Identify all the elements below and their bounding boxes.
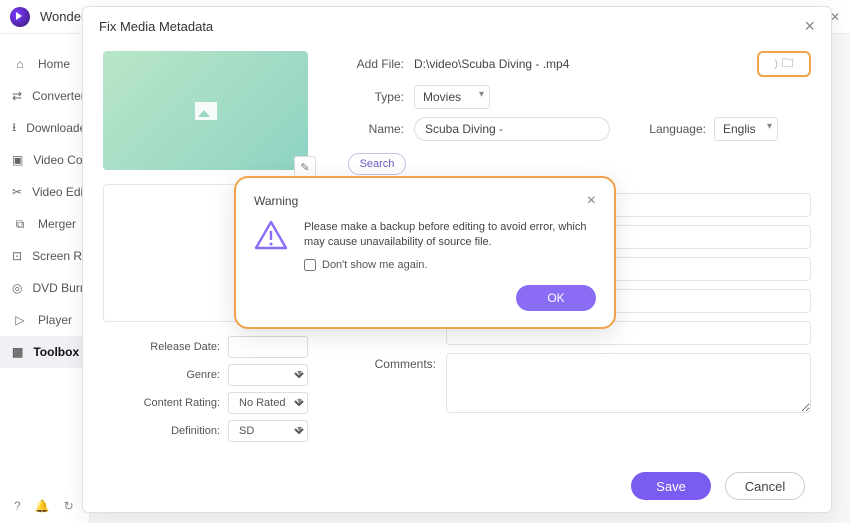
type-select[interactable]: Movies xyxy=(414,85,490,109)
name-label: Name: xyxy=(328,122,404,136)
help-icon[interactable]: ? xyxy=(14,499,21,513)
language-label: Language: xyxy=(630,122,706,136)
cancel-button[interactable]: Cancel xyxy=(725,472,805,500)
modal-title: Fix Media Metadata xyxy=(99,19,213,34)
sidebar-item-label: Merger xyxy=(38,217,76,231)
dont-show-checkbox-input[interactable] xyxy=(304,259,316,271)
add-file-path: D:\video\Scuba Diving - .mp4 xyxy=(414,57,569,71)
comments-input[interactable] xyxy=(446,353,811,413)
close-icon[interactable]: × xyxy=(804,17,815,35)
dont-show-checkbox[interactable]: Don't show me again. xyxy=(304,259,596,271)
refresh-icon[interactable]: ↻ xyxy=(64,499,74,513)
sidebar-item-label: Toolbox xyxy=(33,345,79,359)
dvd-burn-icon: ◎ xyxy=(12,280,22,296)
save-button[interactable]: Save xyxy=(631,472,711,500)
content-rating-select[interactable]: No Rated xyxy=(228,392,308,414)
app-title: Wonder xyxy=(40,9,85,24)
sidebar-item-downloader[interactable]: ⭳ Downloader xyxy=(0,112,89,144)
sidebar-item-label: Player xyxy=(38,313,72,327)
browse-file-button[interactable]: ) 🗀 xyxy=(757,51,811,77)
merger-icon: ⧉ xyxy=(12,216,28,232)
sidebar-item-home[interactable]: ⌂ Home xyxy=(0,48,89,80)
sidebar-item-label: Downloader xyxy=(26,121,90,135)
release-date-label: Release Date: xyxy=(150,341,220,353)
comments-label: Comments: xyxy=(328,353,436,371)
bell-icon[interactable]: 🔔 xyxy=(35,499,50,513)
name-input[interactable] xyxy=(414,117,610,141)
sidebar-item-video-editor[interactable]: ✂Video Editor xyxy=(0,176,89,208)
sidebar-item-converter[interactable]: ⇄ Converter xyxy=(0,80,89,112)
home-icon: ⌂ xyxy=(12,56,28,72)
folder-icon: 🗀 xyxy=(782,54,794,75)
warning-dialog: Warning × Please make a backup before ed… xyxy=(234,176,616,329)
modal-footer: Save Cancel xyxy=(83,462,831,512)
image-placeholder-icon xyxy=(195,102,217,120)
ok-button[interactable]: OK xyxy=(516,285,596,311)
definition-label: Definition: xyxy=(171,425,220,437)
video-compress-icon: ▣ xyxy=(12,152,23,168)
warning-title: Warning xyxy=(254,194,298,208)
player-icon: ▷ xyxy=(12,312,28,328)
warning-message: Please make a backup before editing to a… xyxy=(304,220,596,251)
search-button[interactable]: Search xyxy=(348,153,406,175)
sidebar-item-screen-recorder[interactable]: ⊡Screen Recorder xyxy=(0,240,89,272)
release-date-input[interactable] xyxy=(228,336,308,358)
chevron-icon: ) xyxy=(774,59,777,70)
video-edit-icon: ✂ xyxy=(12,184,22,200)
video-thumbnail: ✎ xyxy=(103,51,308,170)
sidebar-item-dvd-burner[interactable]: ◎DVD Burner xyxy=(0,272,89,304)
add-file-label: Add File: xyxy=(328,57,404,71)
sidebar-item-video-compressor[interactable]: ▣Video Compressor xyxy=(0,144,89,176)
sidebar-item-label: Home xyxy=(38,57,70,71)
warning-icon xyxy=(254,220,288,250)
toolbox-icon: ▦ xyxy=(12,344,23,360)
language-select[interactable]: English xyxy=(714,117,778,141)
sidebar: ⌂ Home ⇄ Converter ⭳ Downloader ▣Video Comp… xyxy=(0,34,90,523)
sidebar-item-toolbox[interactable]: ▦ Toolbox xyxy=(0,336,89,368)
download-icon: ⭳ xyxy=(12,120,16,136)
genre-select[interactable] xyxy=(228,364,308,386)
sidebar-bottom: ? 🔔 ↻ xyxy=(0,499,89,513)
genre-label: Genre: xyxy=(186,369,220,381)
sidebar-item-player[interactable]: ▷ Player xyxy=(0,304,89,336)
screen-rec-icon: ⊡ xyxy=(12,248,22,264)
close-icon[interactable]: × xyxy=(587,192,596,210)
converter-icon: ⇄ xyxy=(12,88,22,104)
definition-select[interactable]: SD xyxy=(228,420,308,442)
app-logo xyxy=(10,7,30,27)
type-label: Type: xyxy=(328,90,404,104)
modal-header: Fix Media Metadata × xyxy=(83,7,831,45)
content-rating-label: Content Rating: xyxy=(144,397,220,409)
sidebar-item-label: Converter xyxy=(32,89,85,103)
dont-show-label: Don't show me again. xyxy=(322,259,427,271)
sidebar-item-merger[interactable]: ⧉ Merger xyxy=(0,208,89,240)
